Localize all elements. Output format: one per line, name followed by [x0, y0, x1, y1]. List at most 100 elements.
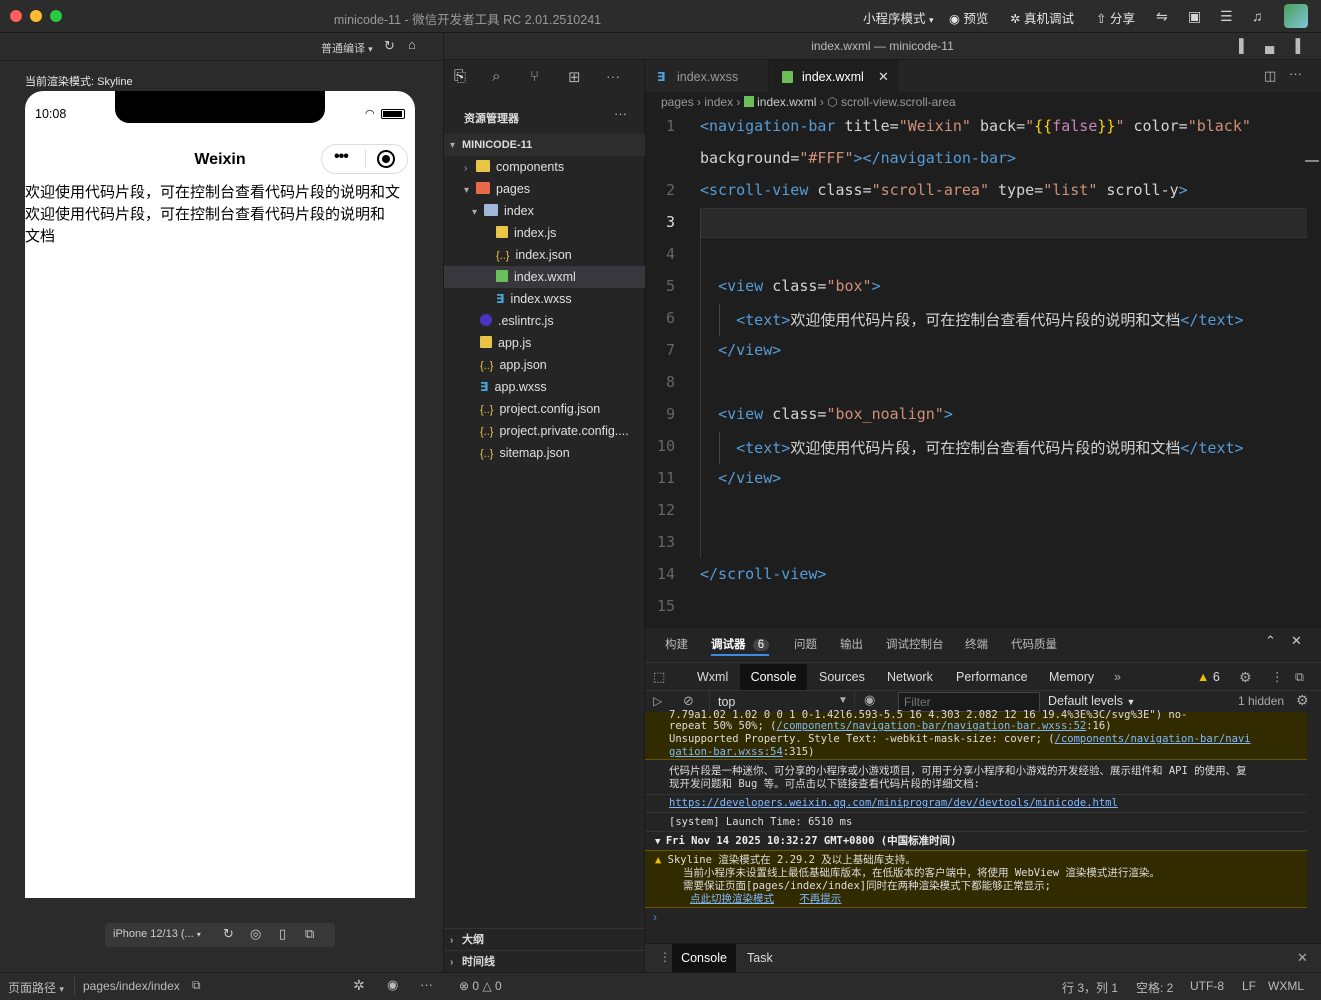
docs-link[interactable]: https://developers.weixin.qq.com/minipro… — [669, 797, 1118, 809]
console-group-header[interactable]: ▼ Fri Nov 14 2025 10:32:27 GMT+0800 (中国标… — [645, 835, 1307, 849]
toggle-sidebar-icon[interactable]: ▌ — [1239, 38, 1248, 53]
breadcrumb-item[interactable]: scroll-view.scroll-area — [841, 95, 956, 109]
code-editor[interactable]: ∃ index.wxss index.wxml ✕ ◫ ··· pages › in… — [645, 60, 1321, 620]
phone-icon[interactable]: ▯ — [279, 926, 286, 942]
clear-cache-icon[interactable]: ⌂ — [408, 37, 416, 52]
drawer-tab-console[interactable]: Console — [672, 944, 736, 972]
toggle-panel-icon[interactable]: ▄ — [1265, 38, 1274, 53]
toggle-right-icon[interactable]: ▐ — [1291, 38, 1300, 53]
copy-icon[interactable]: ⧉ — [192, 978, 201, 993]
avatar[interactable] — [1284, 4, 1308, 28]
panel-tab-performance[interactable]: Performance — [956, 664, 1028, 690]
tree-item-index-json[interactable]: {..} index.json — [496, 244, 572, 266]
source-control-icon[interactable]: ⑂ — [530, 68, 539, 85]
tab-index-wxml[interactable]: index.wxml ✕ — [770, 60, 898, 92]
tab-debugger[interactable]: 调试器 6 — [711, 636, 770, 652]
close-target-icon[interactable] — [377, 150, 395, 168]
clear-console-icon[interactable]: ⊘ — [683, 693, 694, 709]
bell-icon[interactable]: ♫ — [1252, 8, 1263, 24]
breadcrumb-item[interactable]: index — [704, 95, 733, 109]
tree-item-index-js[interactable]: index.js — [496, 222, 556, 244]
files-icon[interactable]: ⎘ — [454, 68, 466, 85]
preview-button[interactable]: ◉ 预览 — [949, 8, 988, 27]
more-tabs-icon[interactable]: » — [1114, 664, 1121, 690]
tree-item-sitemap[interactable]: {..} sitemap.json — [480, 442, 570, 464]
inspect-icon[interactable]: ⬚ — [653, 664, 665, 690]
swap-icon[interactable]: ⇋ — [1156, 8, 1168, 25]
search-icon[interactable]: ⌕ — [492, 68, 500, 85]
tree-item-index-folder[interactable]: ▾ index — [472, 200, 534, 222]
editor-more-icon[interactable]: ··· — [1289, 66, 1302, 81]
console-settings-icon[interactable]: ⚙ — [1296, 692, 1309, 709]
page-path-dropdown[interactable]: 页面路径 ▾ — [8, 979, 64, 996]
tab-index-wxss[interactable]: ∃ index.wxss — [645, 60, 769, 92]
refresh-icon[interactable]: ↻ — [384, 38, 395, 54]
tab-build[interactable]: 构建 — [665, 636, 688, 652]
close-drawer-icon[interactable]: ✕ — [1297, 950, 1308, 966]
tab-debug-console[interactable]: 调试控制台 — [886, 636, 944, 652]
undock-icon[interactable]: ⧉ — [1295, 664, 1304, 690]
chevron-up-icon[interactable]: ⌃ — [1265, 633, 1276, 649]
panel-tab-memory[interactable]: Memory — [1049, 664, 1094, 690]
rotate-icon[interactable]: ↻ — [223, 926, 234, 942]
more-icon[interactable]: ··· — [606, 68, 620, 84]
drawer-menu-icon[interactable]: ⋮ — [659, 950, 671, 964]
panel-tab-network[interactable]: Network — [887, 664, 933, 690]
outline-section[interactable]: › 大纲 — [444, 928, 645, 950]
menu-capsule[interactable]: ••• — [321, 144, 408, 174]
warning-counter[interactable]: ▲ 6 — [1197, 664, 1220, 690]
more-icon[interactable]: ··· — [420, 977, 433, 992]
remote-debug-button[interactable]: ✲ 真机调试 — [1010, 8, 1074, 27]
breadcrumb-item[interactable]: index.wxml — [757, 95, 816, 109]
eye-icon[interactable]: ◉ — [387, 977, 398, 993]
mode-dropdown[interactable]: 小程序模式 ▾ — [863, 8, 934, 27]
indentation[interactable]: 空格: 2 — [1136, 979, 1173, 996]
tree-item-eslintrc[interactable]: .eslintrc.js — [480, 310, 554, 332]
explorer-more-icon[interactable]: ··· — [614, 106, 627, 121]
extensions-icon[interactable]: ⊞ — [568, 68, 581, 86]
phone-screen[interactable]: 10:08 ◠ Weixin ••• 欢迎使用代码片段，可在控制台查看代码片段的… — [25, 91, 415, 898]
drawer-tab-task[interactable]: Task — [747, 944, 773, 972]
project-header[interactable]: ▾ MINICODE-11 — [444, 134, 645, 156]
tree-item-app-js[interactable]: app.js — [480, 332, 531, 354]
tree-item-project-private-config[interactable]: {..} project.private.config.... — [480, 420, 629, 442]
encoding[interactable]: UTF-8 — [1190, 979, 1224, 993]
split-editor-icon[interactable]: ◫ — [1264, 68, 1276, 84]
timeline-section[interactable]: › 时间线 — [444, 950, 645, 972]
panel-tab-sources[interactable]: Sources — [819, 664, 865, 690]
tree-item-components[interactable]: › components — [464, 156, 564, 178]
stop-icon[interactable]: ◎ — [250, 926, 261, 942]
settings-gear-icon[interactable]: ⚙ — [1239, 664, 1252, 690]
log-levels-dropdown[interactable]: Default levels ▼ — [1048, 694, 1135, 708]
multi-window-icon[interactable]: ⧉ — [305, 926, 314, 942]
source-link[interactable]: /components/navigation-bar/navigation-ba… — [776, 720, 1086, 732]
tree-item-index-wxml[interactable]: index.wxml — [444, 266, 645, 288]
source-link[interactable]: /components/navigation-bar/navi — [1055, 733, 1251, 745]
switch-render-mode-link[interactable]: 点此切换渲染模式 — [690, 893, 774, 905]
panel-tab-console[interactable]: Console — [740, 664, 807, 690]
tree-item-project-config[interactable]: {..} project.config.json — [480, 398, 600, 420]
more-dots-icon[interactable]: ••• — [334, 148, 349, 166]
device-dropdown[interactable]: iPhone 12/13 (... ▾ — [113, 928, 201, 940]
sidebar-toggle-icon[interactable]: ▷ — [653, 694, 662, 708]
end-of-line[interactable]: LF — [1242, 979, 1256, 993]
tab-output[interactable]: 输出 — [840, 636, 863, 652]
eye-icon[interactable]: ◉ — [864, 692, 875, 708]
close-panel-icon[interactable]: ✕ — [1291, 633, 1302, 649]
close-tab-icon[interactable]: ✕ — [878, 60, 889, 94]
console-prompt-icon[interactable]: › — [653, 910, 657, 924]
menu-icon[interactable]: ☰ — [1220, 8, 1233, 25]
layout-icon[interactable]: ▣ — [1188, 8, 1201, 25]
problems-indicator[interactable]: ⊗ 0 △ 0 — [459, 979, 502, 993]
share-button[interactable]: ⇧ 分享 — [1096, 8, 1135, 27]
source-link[interactable]: gation-bar.wxss:54 — [669, 746, 783, 758]
tab-terminal[interactable]: 终端 — [965, 636, 988, 652]
cursor-position[interactable]: 行 3，列 1 — [1062, 979, 1118, 996]
tree-item-app-wxss[interactable]: ∃ app.wxss — [480, 376, 547, 398]
tab-code-quality[interactable]: 代码质量 — [1011, 636, 1057, 652]
tab-problems[interactable]: 问题 — [794, 636, 817, 652]
dont-show-again-link[interactable]: 不再提示 — [799, 893, 841, 905]
tree-item-pages[interactable]: ▾ pages — [464, 178, 530, 200]
tree-item-index-wxss[interactable]: ∃ index.wxss — [496, 288, 572, 310]
bug-icon[interactable]: ✲ — [353, 977, 365, 994]
